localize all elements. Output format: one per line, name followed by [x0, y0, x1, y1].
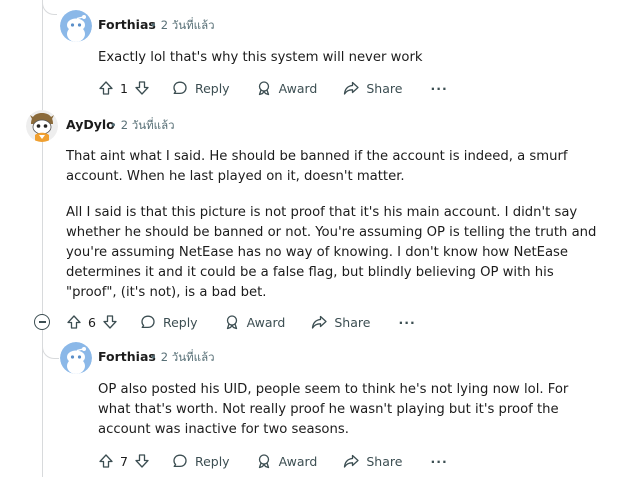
- time-text: 2 วันที่แล้ว: [160, 18, 215, 32]
- thread-curve-reply: [42, 330, 59, 359]
- avatar[interactable]: [60, 342, 92, 374]
- avatar[interactable]: [26, 110, 58, 142]
- award-label: Award: [278, 453, 318, 469]
- more-options-button[interactable]: ···: [430, 454, 447, 469]
- downvote-button[interactable]: [134, 453, 150, 469]
- award-button[interactable]: Award: [224, 314, 286, 330]
- time-text: 2 วันที่แล้ว: [160, 350, 215, 364]
- reply-button[interactable]: Reply: [172, 453, 230, 469]
- award-button[interactable]: Award: [256, 80, 318, 96]
- vote-count: 7: [120, 453, 128, 469]
- reply-button[interactable]: Reply: [140, 314, 198, 330]
- comment-timestamp: • 2 วันที่แล้ว: [107, 117, 175, 135]
- separator-dot: •: [150, 350, 157, 364]
- thread-line-root: [42, 0, 43, 318]
- award-icon: [226, 315, 237, 330]
- share-button[interactable]: Share: [343, 453, 402, 469]
- more-options-button[interactable]: ···: [398, 315, 415, 330]
- time-text: 2 วันที่แล้ว: [120, 118, 175, 132]
- reply-label: Reply: [194, 453, 230, 469]
- comment-actions: 6 Reply Award Share ···: [66, 310, 416, 334]
- separator-dot: •: [150, 18, 157, 32]
- award-icon: [258, 454, 269, 469]
- snoo-avatar: [60, 342, 92, 374]
- reply-icon: [173, 454, 187, 468]
- reply-button[interactable]: Reply: [172, 80, 230, 96]
- share-label: Share: [366, 453, 403, 469]
- share-button[interactable]: Share: [311, 314, 370, 330]
- reply-icon: [141, 315, 155, 329]
- comment-timestamp: • 2 วันที่แล้ว: [147, 349, 215, 367]
- upvote-button[interactable]: [98, 453, 114, 469]
- downvote-button[interactable]: [102, 314, 118, 330]
- award-label: Award: [278, 80, 318, 96]
- comment-actions: 1 Reply Award Share ···: [98, 76, 448, 100]
- snoo-avatar: [60, 10, 92, 42]
- reply-label: Reply: [162, 314, 198, 330]
- share-label: Share: [366, 80, 403, 96]
- custom-avatar: [26, 110, 58, 142]
- more-options-button[interactable]: ···: [430, 81, 447, 96]
- share-icon: [312, 315, 328, 329]
- upvote-button[interactable]: [66, 314, 82, 330]
- comment-actions: 7 Reply Award Share ···: [98, 449, 448, 473]
- share-label: Share: [334, 314, 371, 330]
- downvote-icon: [103, 315, 117, 329]
- comment-body-paragraph: That aint what I said. He should be bann…: [66, 149, 568, 184]
- vote-count: 1: [120, 80, 128, 96]
- more-icon: ···: [398, 314, 416, 330]
- award-icon: [258, 81, 269, 96]
- upvote-icon: [99, 81, 113, 95]
- separator-dot: •: [110, 118, 117, 132]
- share-icon: [344, 454, 360, 468]
- downvote-button[interactable]: [134, 80, 150, 96]
- comment-timestamp: • 2 วันที่แล้ว: [147, 17, 215, 35]
- thread-curve-top: [42, 0, 57, 15]
- share-icon: [344, 81, 360, 95]
- vote-count: 6: [88, 314, 96, 330]
- award-button[interactable]: Award: [256, 453, 318, 469]
- upvote-icon: [99, 454, 113, 468]
- downvote-icon: [135, 81, 149, 95]
- comment-body: Exactly lol that's why this system will …: [98, 50, 423, 65]
- upvote-icon: [67, 315, 81, 329]
- downvote-icon: [135, 454, 149, 468]
- upvote-button[interactable]: [98, 80, 114, 96]
- share-button[interactable]: Share: [343, 80, 402, 96]
- award-label: Award: [246, 314, 286, 330]
- collapse-thread-button[interactable]: [34, 314, 50, 330]
- avatar[interactable]: [60, 10, 92, 42]
- more-icon: ···: [430, 80, 448, 96]
- reply-icon: [173, 81, 187, 95]
- comment-body: OP also posted his UID, people seem to t…: [98, 382, 569, 437]
- comment-body-paragraph: All I said is that this picture is not p…: [66, 205, 597, 300]
- more-icon: ···: [430, 453, 448, 469]
- collapse-icon: [38, 321, 46, 323]
- reply-label: Reply: [194, 80, 230, 96]
